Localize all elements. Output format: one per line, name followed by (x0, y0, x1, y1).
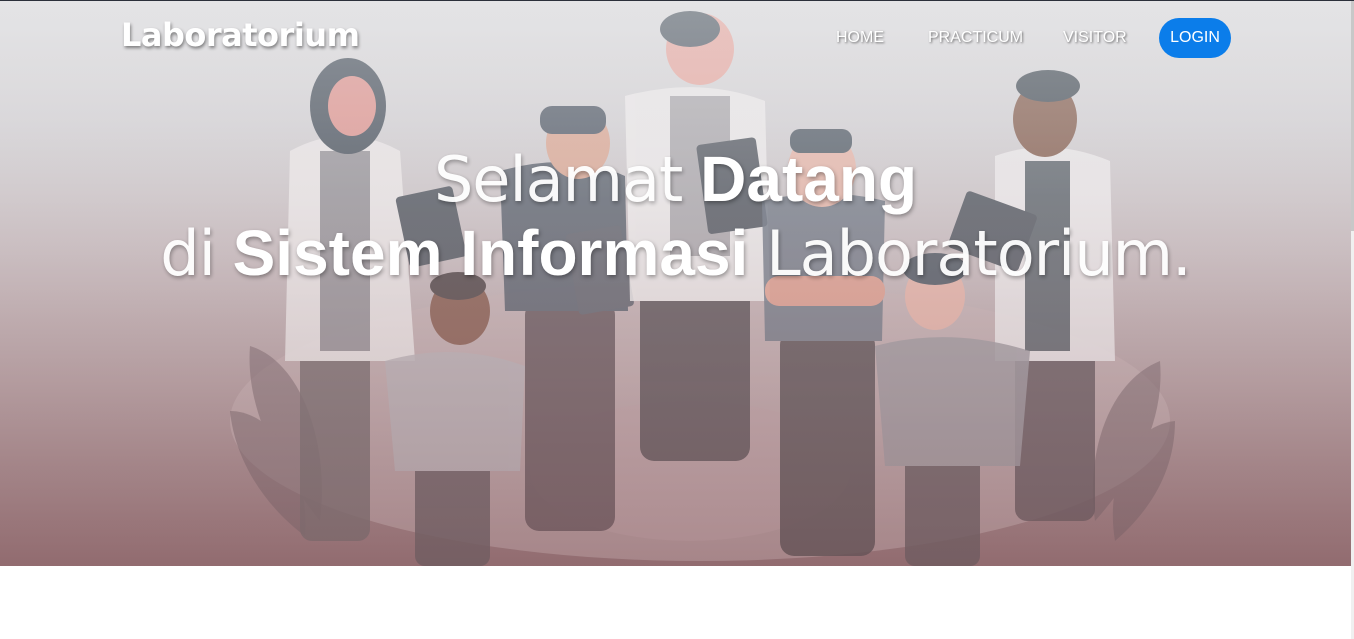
headline-greeting: Selamat (433, 143, 683, 216)
brand-logo[interactable]: Laboratorium (121, 16, 360, 54)
hero-headline-line2: di Sistem Informasi Laboratorium. (0, 215, 1351, 292)
hero-banner: Laboratorium HOME PRACTICUM VISITOR LOGI… (0, 1, 1351, 566)
nav-visitor[interactable]: VISITOR (1063, 29, 1127, 47)
headline-prefix: di (160, 217, 216, 290)
headline-system-name: Sistem Informasi (232, 217, 749, 289)
nav-home[interactable]: HOME (836, 29, 884, 47)
headline-welcome: Datang (700, 143, 918, 215)
login-button[interactable]: LOGIN (1159, 18, 1231, 58)
hero-headline-line1: Selamat Datang (0, 141, 1351, 218)
nav-practicum[interactable]: PRACTICUM (928, 29, 1023, 47)
headline-suffix: Laboratorium. (766, 217, 1192, 290)
